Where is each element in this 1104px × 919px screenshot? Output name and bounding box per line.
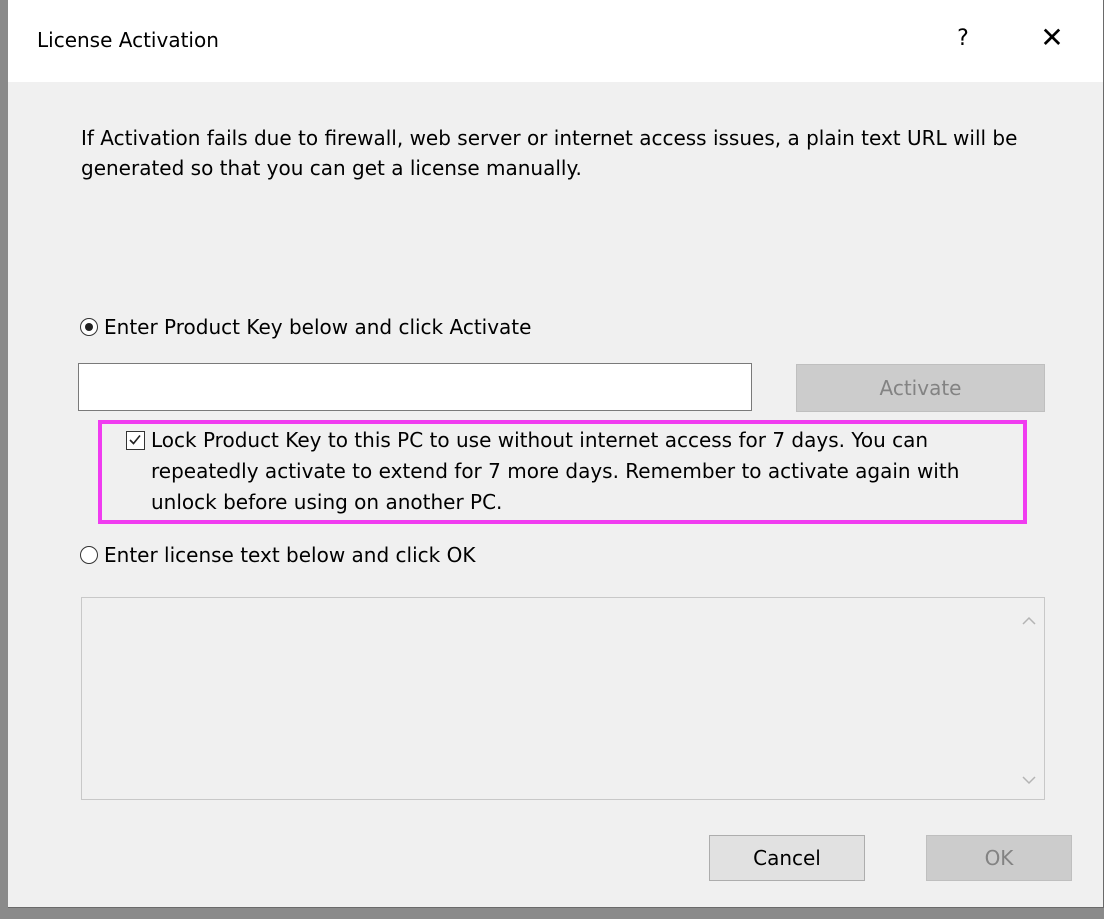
title-bar: License Activation ? ✕ [8,0,1103,82]
cancel-button[interactable]: Cancel [709,835,865,881]
radio-license-text[interactable]: Enter license text below and click OK [80,543,475,567]
radio-product-key[interactable]: Enter Product Key below and click Activa… [80,315,531,339]
license-activation-dialog: License Activation ? ✕ If Activation fai… [8,0,1104,908]
radio-selected-icon [80,318,98,336]
radio-unselected-icon [80,546,98,564]
product-key-input[interactable] [78,363,752,411]
close-button[interactable]: ✕ [1028,14,1076,62]
window-title: License Activation [37,28,219,52]
lock-product-key-checkbox[interactable]: Lock Product Key to this PC to use witho… [126,425,1006,518]
intro-text: If Activation fails due to firewall, web… [81,126,1018,180]
ok-button[interactable]: OK [926,835,1072,881]
scroll-up-icon[interactable] [1020,612,1038,630]
checkbox-checked-icon [126,431,145,450]
lock-product-key-label: Lock Product Key to this PC to use witho… [151,428,960,514]
help-button[interactable]: ? [943,14,983,62]
close-icon: ✕ [1040,21,1064,54]
radio-product-key-label: Enter Product Key below and click Activa… [104,315,532,339]
activate-button[interactable]: Activate [796,364,1045,412]
scroll-down-icon[interactable] [1020,771,1038,789]
license-text-area[interactable] [81,597,1045,800]
radio-license-text-label: Enter license text below and click OK [104,543,476,567]
